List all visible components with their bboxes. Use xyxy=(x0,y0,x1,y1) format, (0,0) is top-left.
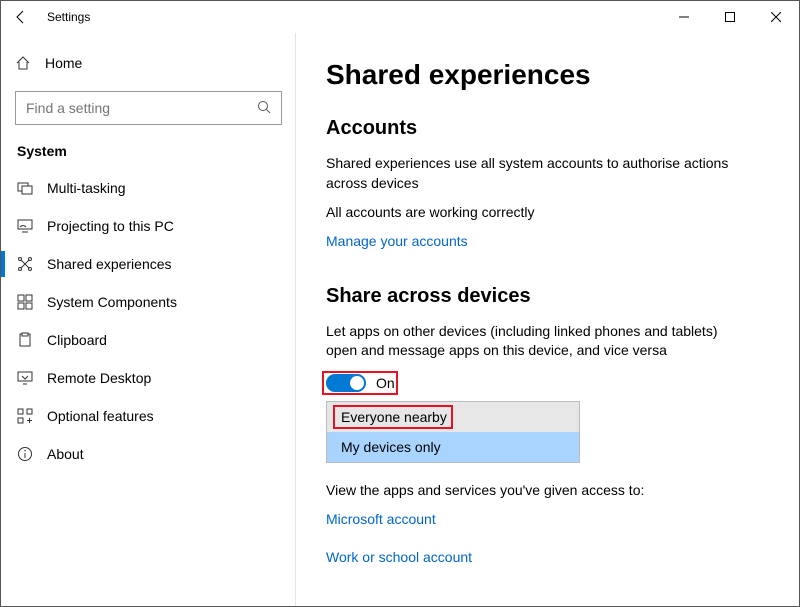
accounts-heading: Accounts xyxy=(326,117,769,140)
nav-label: Remote Desktop xyxy=(47,370,151,386)
nav-projecting[interactable]: Projecting to this PC xyxy=(15,207,282,245)
search-icon xyxy=(257,100,271,114)
nav-list: Multi-tasking Projecting to this PC Shar… xyxy=(15,169,282,473)
share-toggle-row: On xyxy=(322,371,398,395)
share-heading: Share across devices xyxy=(326,285,769,308)
shared-icon xyxy=(17,256,47,272)
sidebar-home[interactable]: Home xyxy=(15,45,282,81)
dropdown-option-my-devices[interactable]: My devices only xyxy=(327,432,579,462)
share-desc: Let apps on other devices (including lin… xyxy=(326,322,746,361)
page-title: Shared experiences xyxy=(326,59,769,91)
search-input[interactable] xyxy=(26,100,249,116)
nav-label: System Components xyxy=(47,294,177,310)
sidebar: Home System Multi-tasking P xyxy=(1,33,296,606)
nav-multi-tasking[interactable]: Multi-tasking xyxy=(15,169,282,207)
about-icon xyxy=(17,446,47,462)
sidebar-divider xyxy=(295,33,296,606)
back-button[interactable] xyxy=(13,9,35,25)
toggle-label: On xyxy=(376,375,395,391)
optional-features-icon xyxy=(17,408,47,424)
nav-shared-experiences[interactable]: Shared experiences xyxy=(15,245,282,283)
settings-window: Settings Home S xyxy=(0,0,800,607)
toggle-knob xyxy=(350,376,364,390)
close-button[interactable] xyxy=(753,1,799,33)
work-school-account-link[interactable]: Work or school account xyxy=(326,549,472,565)
microsoft-account-link[interactable]: Microsoft account xyxy=(326,511,436,527)
share-scope-dropdown[interactable]: Everyone nearby My devices only xyxy=(326,401,580,463)
home-label: Home xyxy=(45,55,82,71)
nav-clipboard[interactable]: Clipboard xyxy=(15,321,282,359)
nav-about[interactable]: About xyxy=(15,435,282,473)
share-toggle[interactable] xyxy=(326,374,366,392)
window-title: Settings xyxy=(47,10,90,24)
multitasking-icon xyxy=(17,180,47,196)
option-label: Everyone nearby xyxy=(341,409,447,425)
nav-remote-desktop[interactable]: Remote Desktop xyxy=(15,359,282,397)
content-area: Shared experiences Accounts Shared exper… xyxy=(296,33,799,606)
dropdown-option-everyone[interactable]: Everyone nearby xyxy=(327,402,579,432)
accounts-status: All accounts are working correctly xyxy=(326,203,746,223)
home-icon xyxy=(15,55,45,71)
search-box[interactable] xyxy=(15,91,282,125)
titlebar: Settings xyxy=(1,1,799,33)
access-desc: View the apps and services you've given … xyxy=(326,481,746,501)
maximize-button[interactable] xyxy=(707,1,753,33)
nav-label: About xyxy=(47,446,84,462)
nav-label: Multi-tasking xyxy=(47,180,126,196)
components-icon xyxy=(17,294,47,310)
option-label: My devices only xyxy=(341,439,441,455)
nav-label: Projecting to this PC xyxy=(47,218,174,234)
accounts-desc: Shared experiences use all system accoun… xyxy=(326,154,746,193)
projecting-icon xyxy=(17,218,47,234)
remote-desktop-icon xyxy=(17,370,47,386)
nav-optional-features[interactable]: Optional features xyxy=(15,397,282,435)
manage-accounts-link[interactable]: Manage your accounts xyxy=(326,233,468,249)
nav-label: Clipboard xyxy=(47,332,107,348)
nav-label: Optional features xyxy=(47,408,154,424)
clipboard-icon xyxy=(17,332,47,348)
nav-label: Shared experiences xyxy=(47,256,172,272)
minimize-button[interactable] xyxy=(661,1,707,33)
nav-system-components[interactable]: System Components xyxy=(15,283,282,321)
sidebar-section-title: System xyxy=(17,143,282,159)
window-controls xyxy=(661,1,799,33)
